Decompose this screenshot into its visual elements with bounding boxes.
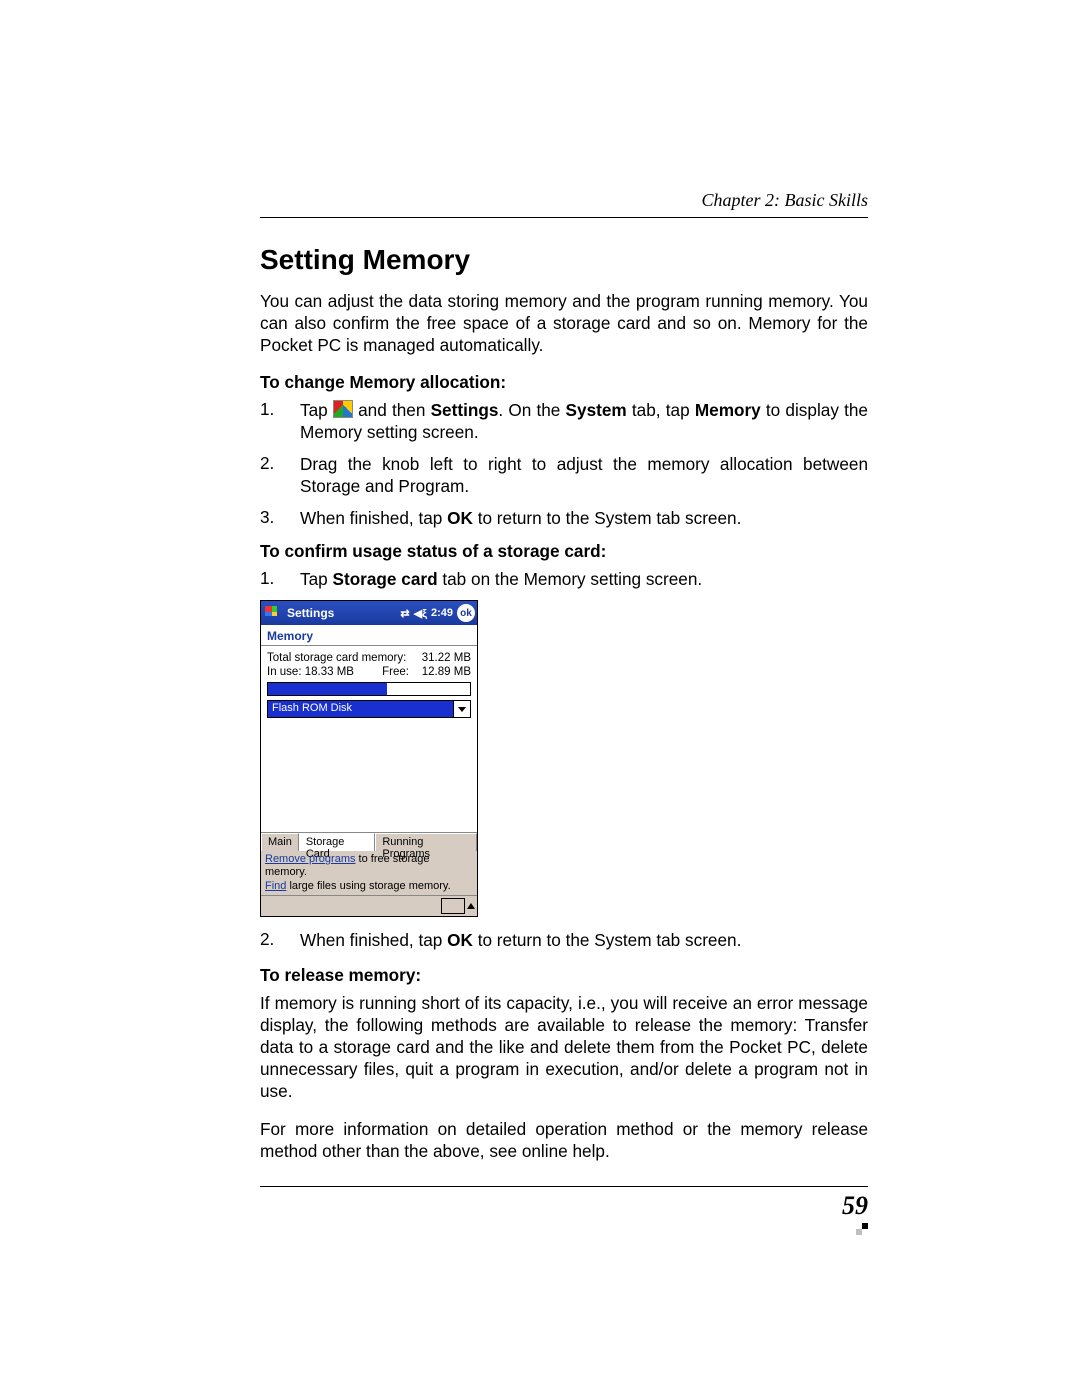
chapter-header: Chapter 2: Basic Skills: [260, 190, 868, 218]
start-icon: [333, 400, 353, 418]
steps-list-2a: 1. Tap Storage card tab on the Memory se…: [260, 568, 868, 590]
page-footer: 59: [260, 1186, 868, 1221]
tab-storage-card[interactable]: Storage Card: [299, 833, 376, 851]
storage-select[interactable]: Flash ROM Disk: [267, 700, 471, 718]
free-label: Free:: [382, 666, 409, 678]
clock-text: 2:49: [431, 607, 453, 619]
tab-main[interactable]: Main: [261, 833, 299, 851]
inuse-value: 18.33 MB: [305, 666, 354, 678]
ppc-links: Remove programs to free storage memory. …: [261, 851, 477, 895]
step-text: When finished, tap OK to return to the S…: [300, 929, 868, 951]
steps-list-2b: 2. When finished, tap OK to return to th…: [260, 929, 868, 951]
ok-button[interactable]: ok: [457, 604, 475, 622]
list-number: 3.: [260, 507, 300, 529]
release-paragraph-1: If memory is running short of its capaci…: [260, 992, 868, 1102]
page-title: Setting Memory: [260, 244, 868, 276]
input-panel-arrow-icon[interactable]: [467, 903, 475, 909]
section-heading-2: To confirm usage status of a storage car…: [260, 541, 868, 562]
ppc-subtitle: Memory: [261, 625, 477, 646]
release-paragraph-2: For more information on detailed operati…: [260, 1118, 868, 1162]
ppc-title: Settings: [287, 606, 400, 620]
page-number: 59: [842, 1191, 868, 1220]
start-menu-icon[interactable]: [263, 603, 283, 623]
step-text: Tap and then Settings. On the System tab…: [300, 399, 868, 443]
find-link[interactable]: Find: [265, 880, 286, 892]
dropdown-arrow-icon[interactable]: [453, 701, 470, 717]
remove-programs-link[interactable]: Remove programs: [265, 853, 355, 865]
list-number: 2.: [260, 929, 300, 951]
ppc-bottombar: [261, 895, 477, 916]
document-page: Chapter 2: Basic Skills Setting Memory Y…: [0, 0, 1080, 1371]
ppc-status-area: ⇄ ◀ξ 2:49 ok: [400, 604, 475, 622]
intro-paragraph: You can adjust the data storing memory a…: [260, 290, 868, 356]
free-value: 12.89 MB: [422, 666, 471, 678]
total-label: Total storage card memory:: [267, 652, 406, 664]
list-number: 1.: [260, 399, 300, 443]
ppc-tabs: Main Storage Card Running Programs: [261, 832, 477, 851]
step-text: Drag the knob left to right to adjust th…: [300, 453, 868, 497]
usage-progress-fill: [268, 683, 387, 695]
ppc-titlebar: Settings ⇄ ◀ξ 2:49 ok: [261, 601, 477, 625]
list-number: 1.: [260, 568, 300, 590]
total-value: 31.22 MB: [422, 652, 471, 664]
usage-progress-bar: [267, 682, 471, 696]
storage-select-value: Flash ROM Disk: [268, 701, 453, 717]
inuse-label: In use:: [267, 666, 302, 678]
step-text: Tap Storage card tab on the Memory setti…: [300, 568, 868, 590]
list-number: 2.: [260, 453, 300, 497]
section-heading-1: To change Memory allocation:: [260, 372, 868, 393]
volume-icon[interactable]: ◀ξ: [414, 607, 427, 620]
connectivity-icon[interactable]: ⇄: [400, 607, 409, 620]
section-heading-3: To release memory:: [260, 965, 868, 986]
steps-list-1: 1. Tap and then Settings. On the System …: [260, 399, 868, 529]
pocketpc-screenshot: Settings ⇄ ◀ξ 2:49 ok Memory Total stora…: [260, 600, 478, 917]
tab-running-programs[interactable]: Running Programs: [375, 833, 477, 851]
ppc-blank-area: [261, 722, 477, 832]
footer-decoration-icon: [858, 1223, 868, 1233]
ppc-body: Total storage card memory: 31.22 MB In u…: [261, 646, 477, 722]
step-text: When finished, tap OK to return to the S…: [300, 507, 868, 529]
keyboard-icon[interactable]: [441, 898, 465, 914]
